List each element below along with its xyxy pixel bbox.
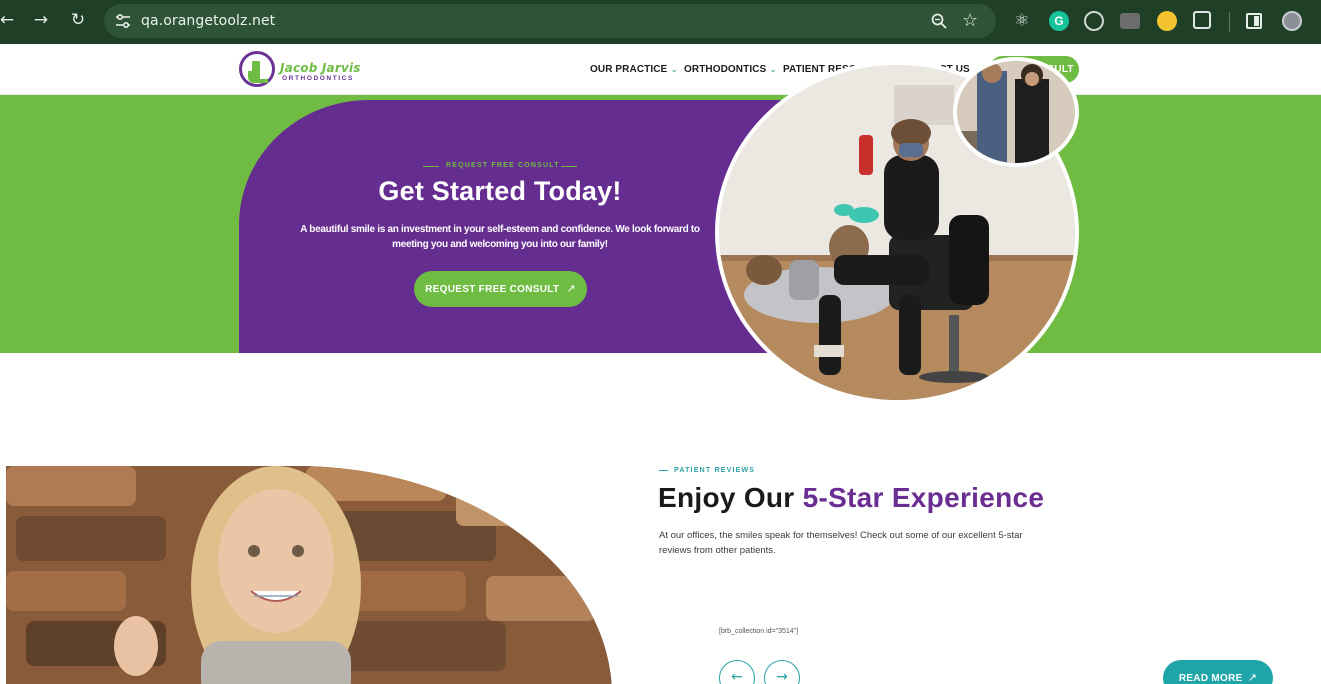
chevron-down-icon: ⌄ [769, 65, 777, 75]
react-devtools-icon[interactable]: ⚛ [1012, 11, 1032, 31]
smiling-girl-photo [6, 466, 612, 684]
arrow-right-icon: → [776, 669, 788, 684]
eyebrow-line [659, 470, 668, 471]
reviews-description: At our offices, the smiles speak for the… [659, 530, 1023, 556]
back-icon[interactable]: ← [0, 9, 18, 31]
nav-label: OUR PRACTICE [590, 64, 668, 75]
read-more-button[interactable]: READ MORE ↗ [1163, 660, 1273, 684]
camera-extension-icon[interactable] [1120, 13, 1140, 29]
extensions-puzzle-icon[interactable] [1193, 11, 1211, 29]
globe-extension-icon[interactable] [1084, 11, 1104, 31]
side-panel-icon[interactable] [1246, 13, 1262, 29]
reviews-title: Enjoy Our 5-Star Experience [658, 482, 1044, 514]
family-photo [953, 57, 1079, 167]
site-logo[interactable]: Jacob Jarvis ORTHODONTICS [239, 50, 369, 90]
zoom-icon[interactable] [930, 12, 948, 30]
toolbar-divider [1229, 12, 1230, 32]
eyebrow-line [561, 166, 577, 167]
nav-item-our-practice[interactable]: OUR PRACTICE ⌄ [590, 64, 678, 75]
hero-title: Get Started Today! [378, 176, 622, 206]
extension-icon[interactable] [1157, 11, 1177, 31]
next-review-button[interactable]: → [764, 660, 800, 684]
chevron-down-icon: ⌄ [670, 65, 678, 75]
url-text[interactable]: qa.orangetoolz.net [141, 13, 275, 29]
forward-icon[interactable]: → [30, 9, 52, 31]
logo-name: Jacob Jarvis [280, 61, 361, 75]
girl-illustration [6, 466, 612, 684]
reviews-shortcode-text: [brb_collection id="3514"] [719, 628, 799, 635]
browser-toolbar: ← → ↻ qa.orangetoolz.net ☆ ⚛ G [0, 0, 1321, 44]
arrow-up-right-icon: ↗ [566, 282, 576, 295]
logo-mark-icon [239, 51, 275, 87]
site-settings-icon[interactable] [114, 12, 132, 30]
logo-subtitle: ORTHODONTICS [282, 75, 354, 82]
request-consult-button[interactable]: REQUEST FREE CONSULT ↗ [414, 271, 587, 307]
grammarly-icon[interactable]: G [1049, 11, 1069, 31]
page-root: ← → ↻ qa.orangetoolz.net ☆ ⚛ G Jacob Jar… [0, 0, 1321, 684]
nav-item-orthodontics[interactable]: ORTHODONTICS ⌄ [684, 64, 777, 75]
site-header: Jacob Jarvis ORTHODONTICS OUR PRACTICE ⌄ … [0, 44, 1321, 95]
hero-description: A beautiful smile is an investment in yo… [300, 224, 700, 250]
address-bar[interactable]: qa.orangetoolz.net ☆ [104, 4, 996, 38]
reviews-title-plain: Enjoy Our [658, 482, 803, 513]
bookmark-star-icon[interactable]: ☆ [962, 10, 978, 31]
family-illustration [957, 61, 1075, 163]
button-label: REQUEST FREE CONSULT [425, 284, 560, 295]
arrow-left-icon: ← [731, 669, 743, 684]
nav-label: ORTHODONTICS [684, 64, 767, 75]
reload-icon[interactable]: ↻ [67, 9, 89, 31]
previous-review-button[interactable]: ← [719, 660, 755, 684]
profile-avatar[interactable] [1282, 11, 1302, 31]
arrow-up-right-icon: ↗ [1247, 671, 1258, 684]
button-label: READ MORE [1178, 673, 1243, 684]
hero-eyebrow: REQUEST FREE CONSULT [446, 162, 560, 169]
reviews-eyebrow: PATIENT REVIEWS [674, 467, 756, 474]
reviews-title-accent: 5-Star Experience [802, 482, 1045, 513]
eyebrow-line [423, 166, 439, 167]
